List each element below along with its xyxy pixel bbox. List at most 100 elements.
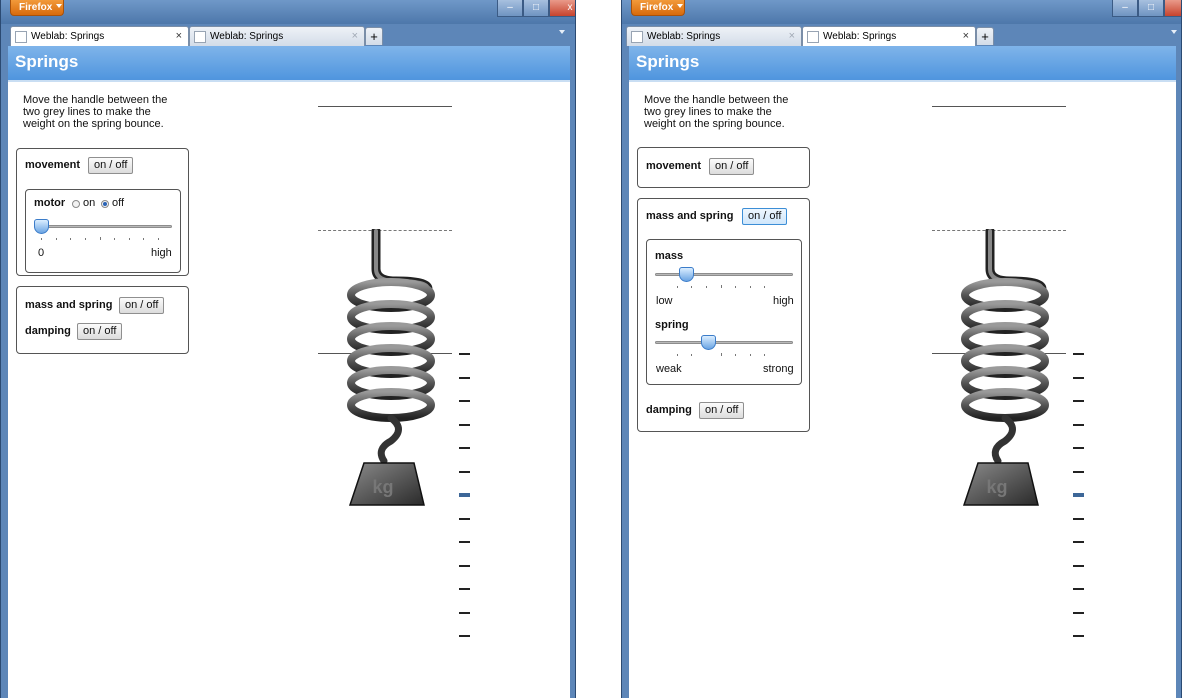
app-header: Springs [629, 46, 1176, 82]
scale-mark [459, 400, 470, 402]
page-title: Springs [15, 52, 79, 71]
scale-mark [1073, 447, 1084, 449]
damping-label: damping [25, 325, 71, 337]
slider-tick [70, 238, 71, 240]
movement-toggle-button[interactable]: on / off [709, 158, 755, 175]
minimize-button[interactable]: – [1112, 0, 1138, 17]
slider-tick [41, 238, 42, 240]
tab-strip: Weblab: Springs × Weblab: Springs × + [622, 24, 1181, 46]
mass-slider-handle[interactable] [679, 267, 694, 282]
scale-mark [1073, 470, 1084, 473]
scale-mark [459, 470, 470, 473]
page-content: Springs Move the handle between the two … [8, 46, 570, 698]
scale-current-marker [1073, 493, 1084, 497]
slider-tick [158, 238, 159, 240]
slider-tick [100, 237, 101, 240]
page-icon [15, 31, 27, 43]
page-title: Springs [636, 52, 700, 71]
window-controls: – □ x [1112, 0, 1181, 18]
spring-slider-handle[interactable] [701, 335, 716, 350]
tab-weblab-springs-2[interactable]: Weblab: Springs × [189, 26, 365, 46]
motor-slider-track[interactable] [34, 225, 172, 228]
mass-and-spring-toggle-button[interactable]: on / off [119, 297, 165, 314]
motor-slider-handle[interactable] [34, 219, 49, 234]
close-window-button[interactable]: x [549, 0, 575, 17]
maximize-button[interactable]: □ [1138, 0, 1164, 17]
mass-and-spring-label: mass and spring [646, 210, 734, 222]
dropdown-arrow-icon [56, 4, 63, 8]
new-tab-button[interactable]: + [365, 27, 383, 45]
close-tab-icon[interactable]: × [176, 27, 182, 46]
spring-with-weight-icon[interactable]: kg [336, 229, 446, 509]
slider-tick [735, 286, 736, 288]
scale-mark [1073, 423, 1084, 426]
mass-min-label: low [656, 295, 673, 307]
firefox-menu-button[interactable]: Firefox [631, 0, 685, 16]
new-tab-button[interactable]: + [976, 27, 994, 45]
close-tab-icon[interactable]: × [963, 27, 969, 46]
weight-label: kg [372, 477, 393, 497]
slider-tick [677, 354, 678, 356]
slider-tick [721, 353, 722, 356]
spring-slider-track[interactable] [655, 341, 793, 344]
mass-spring-settings-panel: mass low high spring weak strong [646, 239, 802, 385]
slider-tick [764, 286, 765, 288]
damping-toggle-button[interactable]: on / off [699, 402, 745, 419]
tab-weblab-springs-1[interactable]: Weblab: Springs × [626, 26, 802, 46]
motor-off-label: off [112, 197, 125, 209]
movement-label: movement [646, 160, 702, 172]
tab-title: Weblab: Springs [31, 31, 105, 42]
scale-mark [459, 635, 470, 637]
scale-mark [1073, 611, 1084, 614]
slider-tick [721, 285, 722, 288]
slider-tick [129, 238, 130, 240]
scale-mark [1073, 564, 1084, 567]
tab-weblab-springs-2[interactable]: Weblab: Springs × [802, 26, 976, 46]
page-icon [194, 31, 206, 43]
scale-current-marker [459, 493, 470, 497]
browser-window-left: Firefox – □ x Weblab: Springs × Weblab: … [0, 0, 576, 698]
scale-mark [1073, 376, 1084, 379]
movement-toggle-button[interactable]: on / off [88, 157, 134, 174]
close-window-button[interactable]: x [1164, 0, 1181, 17]
scale-mark [459, 588, 470, 590]
tab-title: Weblab: Springs [647, 31, 721, 42]
minimize-button[interactable]: – [497, 0, 523, 17]
mass-slider-track[interactable] [655, 273, 793, 276]
slider-tick [691, 286, 692, 288]
upper-limit-line [318, 106, 452, 107]
motor-panel: motor on off 0 high [25, 189, 181, 273]
slider-tick [56, 238, 57, 240]
dropdown-arrow-icon [677, 4, 684, 8]
tab-weblab-springs-1[interactable]: Weblab: Springs × [10, 26, 189, 46]
motor-on-radio[interactable] [72, 200, 80, 208]
upper-limit-line [932, 106, 1066, 107]
movement-panel: movement on / off motor on off 0 high [16, 148, 189, 276]
close-tab-icon[interactable]: × [789, 27, 795, 46]
mass-spring-panel: mass and spring on / off mass low high s… [637, 198, 810, 432]
browser-window-right: Firefox – □ x Weblab: Springs × Weblab: … [621, 0, 1182, 698]
list-all-tabs-icon[interactable] [1171, 30, 1177, 34]
page-content: Springs Move the handle between the two … [629, 46, 1176, 698]
tab-title: Weblab: Springs [823, 31, 897, 42]
title-bar: Firefox – □ x [1, 0, 575, 24]
instructions-text: Move the handle between the two grey lin… [23, 94, 168, 130]
slider-tick [750, 354, 751, 356]
scale-mark [1073, 588, 1084, 590]
scale-mark [459, 447, 470, 449]
scale-mark [459, 423, 470, 426]
scale-mark [1073, 517, 1084, 520]
scale-mark [459, 611, 470, 614]
spring-with-weight-icon[interactable]: kg [950, 229, 1060, 509]
scale-mark [1073, 635, 1084, 637]
tab-title: Weblab: Springs [210, 31, 284, 42]
damping-toggle-button[interactable]: on / off [77, 323, 123, 340]
maximize-button[interactable]: □ [523, 0, 549, 17]
close-tab-icon[interactable]: × [352, 27, 358, 46]
movement-label: movement [25, 159, 81, 171]
firefox-menu-button[interactable]: Firefox [10, 0, 64, 16]
slider-tick [750, 286, 751, 288]
motor-off-radio[interactable] [101, 200, 109, 208]
mass-and-spring-toggle-button[interactable]: on / off [742, 208, 788, 225]
list-all-tabs-icon[interactable] [559, 30, 565, 34]
